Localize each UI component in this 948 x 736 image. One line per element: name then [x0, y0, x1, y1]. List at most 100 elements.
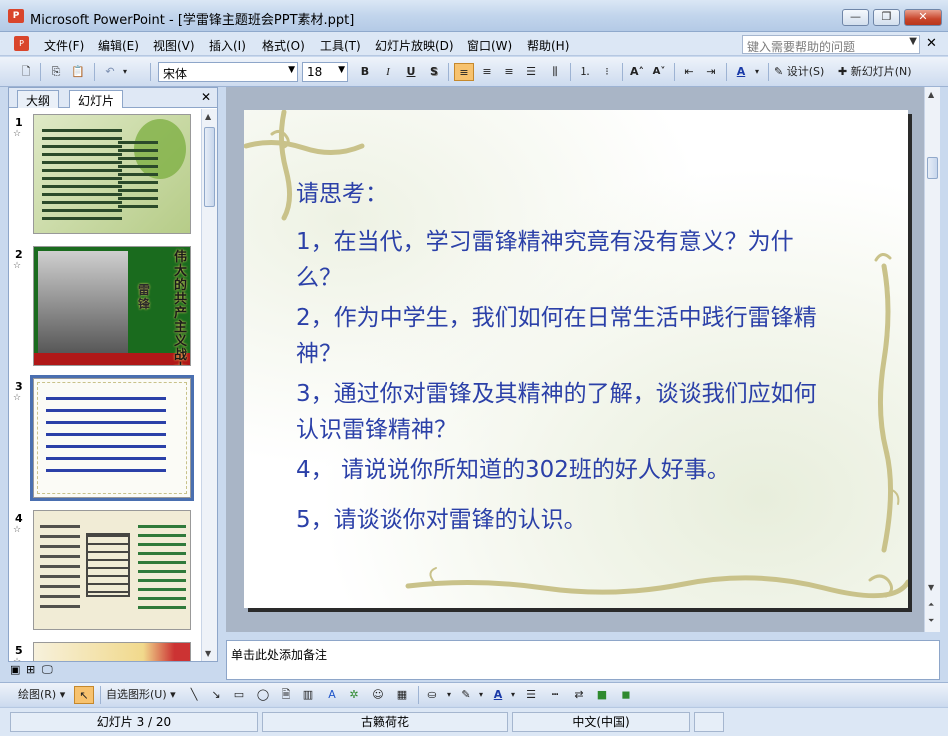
- arrow-icon[interactable]: ↘: [208, 686, 224, 704]
- autoshapes-button[interactable]: 自选图形(U) ▾: [106, 686, 182, 704]
- shadow-style-icon[interactable]: ■: [594, 686, 610, 704]
- bullets-icon[interactable]: ⁝: [598, 63, 616, 81]
- 3d-style-icon[interactable]: ◼: [618, 686, 634, 704]
- oval-icon[interactable]: ◯: [254, 686, 272, 704]
- wordart-icon[interactable]: A: [324, 686, 340, 704]
- close-pane-icon[interactable]: ✕: [201, 90, 211, 104]
- help-search-input[interactable]: 键入需要帮助的问题 ▼: [742, 35, 920, 54]
- diagram-icon[interactable]: ✲: [346, 686, 362, 704]
- picture-icon[interactable]: ▦: [394, 686, 410, 704]
- font-color-dropdown-icon[interactable]: ▾: [508, 686, 518, 704]
- previous-slide-icon[interactable]: ⏶: [928, 600, 934, 610]
- menu-slideshow[interactable]: 幻灯片放映(D): [375, 37, 454, 54]
- slide-question-4[interactable]: 4， 请说说你所知道的302班的好人好事。: [296, 452, 836, 488]
- minimize-button[interactable]: —: [842, 9, 869, 26]
- increase-font-icon[interactable]: A˄: [628, 63, 646, 81]
- shadow-button[interactable]: S: [426, 63, 442, 81]
- tab-slides[interactable]: 幻灯片: [69, 90, 124, 108]
- new-slide-button[interactable]: ✚ 新幻灯片(N): [838, 63, 928, 81]
- copy-icon[interactable]: ⎘: [48, 63, 64, 81]
- menu-insert[interactable]: 插入(I): [209, 37, 246, 54]
- decrease-indent-icon[interactable]: ⇤: [680, 63, 698, 81]
- scroll-down-icon[interactable]: ▼: [928, 583, 934, 592]
- menu-file[interactable]: 文件(F): [44, 37, 84, 54]
- font-name-select[interactable]: 宋体 ▼: [158, 62, 298, 82]
- menu-window[interactable]: 窗口(W): [467, 37, 512, 54]
- slide-thumbnail-row[interactable]: 4 ☆: [9, 510, 201, 636]
- slide-sorter-icon[interactable]: ⊞: [26, 663, 35, 676]
- scroll-up-icon[interactable]: ▲: [205, 112, 211, 121]
- slide-thumbnail-1[interactable]: [33, 114, 191, 234]
- powerpoint-app-icon[interactable]: P: [8, 9, 24, 23]
- menu-tools[interactable]: 工具(T): [320, 37, 361, 54]
- scroll-thumb[interactable]: [927, 157, 938, 179]
- line-style-icon[interactable]: ☰: [522, 686, 540, 704]
- slide-thumbnail-row[interactable]: 2 ☆ 伟大的共产主义战士 雷锋: [9, 246, 201, 372]
- slide-scrollbar[interactable]: ▲ ▼ ⏶ ⏷: [924, 87, 940, 632]
- slide-thumbnail-row[interactable]: 1 ☆: [9, 114, 201, 240]
- align-right-icon[interactable]: ≡: [500, 63, 518, 81]
- draw-menu-button[interactable]: 绘图(R) ▾: [18, 686, 74, 704]
- slide-thumbnail-2[interactable]: 伟大的共产主义战士 雷锋: [33, 246, 191, 366]
- font-color-dropdown-icon[interactable]: ▾: [752, 63, 762, 81]
- justify-icon[interactable]: ☰: [522, 63, 540, 81]
- slide-question-2[interactable]: 2，作为中学生，我们如何在日常生活中践行雷锋精神？: [296, 300, 836, 372]
- column-icon[interactable]: ⫼: [546, 63, 564, 81]
- slide-heading[interactable]: 请思考：: [296, 176, 836, 212]
- align-center-icon[interactable]: ≡: [478, 63, 496, 81]
- menu-format[interactable]: 格式(O): [262, 37, 305, 54]
- italic-button[interactable]: I: [380, 63, 396, 81]
- current-slide[interactable]: 请思考： 1，在当代，学习雷锋精神究竟有没有意义？为什么？ 2，作为中学生，我们…: [244, 110, 908, 608]
- close-document-icon[interactable]: ✕: [926, 36, 937, 51]
- chevron-down-icon[interactable]: ▼: [909, 36, 917, 47]
- paste-icon[interactable]: 📋: [70, 63, 86, 81]
- underline-button[interactable]: U: [403, 63, 419, 81]
- slide-thumbnail-row[interactable]: 5 ☆: [9, 642, 201, 661]
- thumbnail-scrollbar[interactable]: ▲ ▼: [201, 109, 217, 661]
- slide-thumbnail-5[interactable]: [33, 642, 191, 661]
- align-left-icon[interactable]: ≡: [454, 63, 474, 81]
- scroll-up-icon[interactable]: ▲: [928, 90, 934, 99]
- menu-help[interactable]: 帮助(H): [527, 37, 569, 54]
- arrow-style-icon[interactable]: ⇄: [570, 686, 588, 704]
- increase-indent-icon[interactable]: ⇥: [702, 63, 720, 81]
- restore-button[interactable]: ❐: [873, 9, 900, 26]
- tab-outline[interactable]: 大纲: [17, 90, 60, 108]
- design-button[interactable]: ✎ 设计(S): [774, 63, 834, 81]
- slide-question-1[interactable]: 1，在当代，学习雷锋精神究竟有没有意义？为什么？: [296, 224, 836, 296]
- dash-style-icon[interactable]: ┅: [546, 686, 564, 704]
- rectangle-icon[interactable]: ▭: [230, 686, 248, 704]
- font-size-select[interactable]: 18 ▼: [302, 62, 348, 82]
- new-document-icon[interactable]: 🗋: [18, 63, 34, 81]
- line-color-dropdown-icon[interactable]: ▾: [476, 686, 486, 704]
- select-pointer-icon[interactable]: ↖: [74, 686, 94, 704]
- font-color-icon[interactable]: A: [732, 63, 750, 81]
- font-color-icon[interactable]: A: [490, 686, 506, 704]
- close-button[interactable]: ✕: [904, 9, 942, 26]
- undo-dropdown-icon[interactable]: ▾: [120, 63, 130, 81]
- undo-icon[interactable]: ↶: [102, 63, 118, 81]
- clipart-icon[interactable]: ☺: [370, 686, 386, 704]
- vertical-textbox-icon[interactable]: ▥: [300, 686, 316, 704]
- slideshow-view-icon[interactable]: 🖵: [42, 663, 53, 677]
- slide-question-3[interactable]: 3，通过你对雷锋及其精神的了解，谈谈我们应如何认识雷锋精神？: [296, 376, 836, 448]
- fill-color-dropdown-icon[interactable]: ▾: [444, 686, 454, 704]
- bold-button[interactable]: B: [357, 63, 373, 81]
- next-slide-icon[interactable]: ⏷: [928, 616, 934, 626]
- slide-question-5[interactable]: 5，请谈谈你对雷锋的认识。: [296, 502, 836, 538]
- slide-thumbnail-row[interactable]: 3 ☆: [9, 375, 201, 504]
- scroll-down-icon[interactable]: ▼: [205, 649, 211, 658]
- notes-pane[interactable]: 单击此处添加备注: [226, 640, 940, 680]
- scroll-thumb[interactable]: [204, 127, 215, 207]
- slide-thumbnail-4[interactable]: [33, 510, 191, 630]
- menu-view[interactable]: 视图(V): [153, 37, 195, 54]
- fill-color-icon[interactable]: ⛀: [424, 686, 440, 704]
- textbox-icon[interactable]: 🗎: [278, 686, 294, 704]
- line-icon[interactable]: ╲: [186, 686, 202, 704]
- decrease-font-icon[interactable]: A˅: [650, 63, 668, 81]
- menu-edit[interactable]: 编辑(E): [98, 37, 139, 54]
- slide-thumbnail-3[interactable]: [30, 375, 194, 501]
- numbering-icon[interactable]: ⒈: [576, 63, 594, 81]
- document-icon[interactable]: P: [14, 36, 29, 51]
- normal-view-icon[interactable]: ▣: [10, 663, 20, 676]
